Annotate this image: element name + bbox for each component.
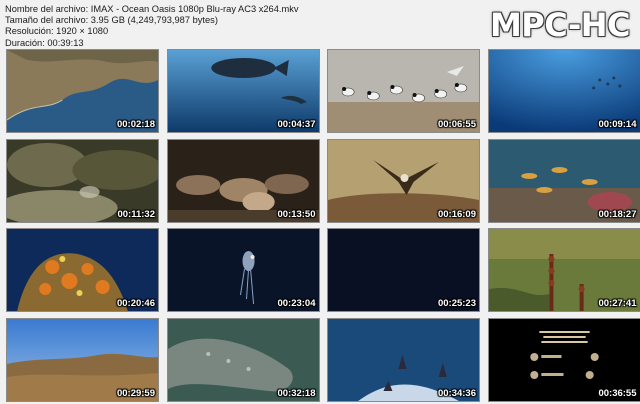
thumbnail-end-credits-logos: 00:36:55 — [487, 317, 640, 402]
timestamp-label: 00:20:46 — [116, 298, 155, 309]
timestamp-label: 00:36:55 — [598, 387, 637, 399]
thumbnail-dark-frame: 00:25:23 — [327, 228, 480, 312]
thumbnail-orange-coral-reef: 00:20:46 — [6, 228, 159, 312]
timestamp-label: 00:25:23 — [437, 298, 476, 309]
thumbnail-desert-plants: 00:27:41 — [487, 228, 640, 312]
timestamp-label: 00:23:04 — [277, 298, 316, 309]
duration-line: Duración: 00:39:13 — [5, 37, 84, 48]
timestamp-label: 00:34:36 — [437, 387, 476, 399]
thumbnail-rocky-seafloor: 00:11:32 — [6, 138, 159, 223]
thumbnail-reef-fish: 00:18:27 — [487, 138, 640, 223]
timestamp-label: 00:06:55 — [437, 119, 476, 130]
filename-line: Nombre del archivo: IMAX - Ocean Oasis 1… — [5, 4, 299, 14]
timestamp-label: 00:13:50 — [277, 208, 316, 220]
filesize-line: Tamaño del archivo: 3.95 GB (4,249,793,9… — [5, 15, 218, 26]
thumbnail-whale-shark-underwater: 00:04:37 — [166, 49, 320, 133]
thumbnail-dolphins-in-water: 00:34:36 — [327, 317, 480, 402]
mpc-hc-logo: MPC-HC — [489, 6, 631, 44]
thumbnail-aerial-coastline: 00:02:18 — [6, 49, 159, 133]
file-info-header: Nombre del archivo: IMAX - Ocean Oasis 1… — [5, 4, 299, 49]
thumbnail-gray-whale-closeup: 00:32:18 — [166, 317, 320, 402]
timestamp-label: 00:09:14 — [598, 119, 637, 130]
timestamp-label: 00:32:18 — [277, 387, 316, 399]
timestamp-label: 00:16:09 — [437, 208, 476, 220]
timestamp-label: 00:02:18 — [116, 119, 155, 130]
thumbnail-grid: 00:02:18 00:04:37 00:06:55 00:09:14 00:1… — [6, 49, 640, 402]
thumbnail-jellyfish-dark-water: 00:23:04 — [166, 228, 320, 312]
timestamp-label: 00:11:32 — [117, 208, 155, 220]
thumbnail-open-blue-water: 00:09:14 — [487, 49, 640, 133]
thumbnail-desert-shrubland: 00:29:59 — [6, 317, 159, 402]
timestamp-label: 00:04:37 — [277, 119, 316, 130]
timestamp-label: 00:18:27 — [598, 208, 637, 220]
thumbnail-sea-lions-on-rocks: 00:13:50 — [166, 138, 320, 223]
thumbnail-seabirds-on-beach: 00:06:55 — [327, 49, 480, 133]
resolution-line: Resolución: 1920 × 1080 — [5, 26, 109, 37]
timestamp-label: 00:27:41 — [598, 298, 637, 309]
thumbnail-osprey-on-nest: 00:16:09 — [327, 138, 480, 223]
timestamp-label: 00:29:59 — [116, 387, 155, 399]
